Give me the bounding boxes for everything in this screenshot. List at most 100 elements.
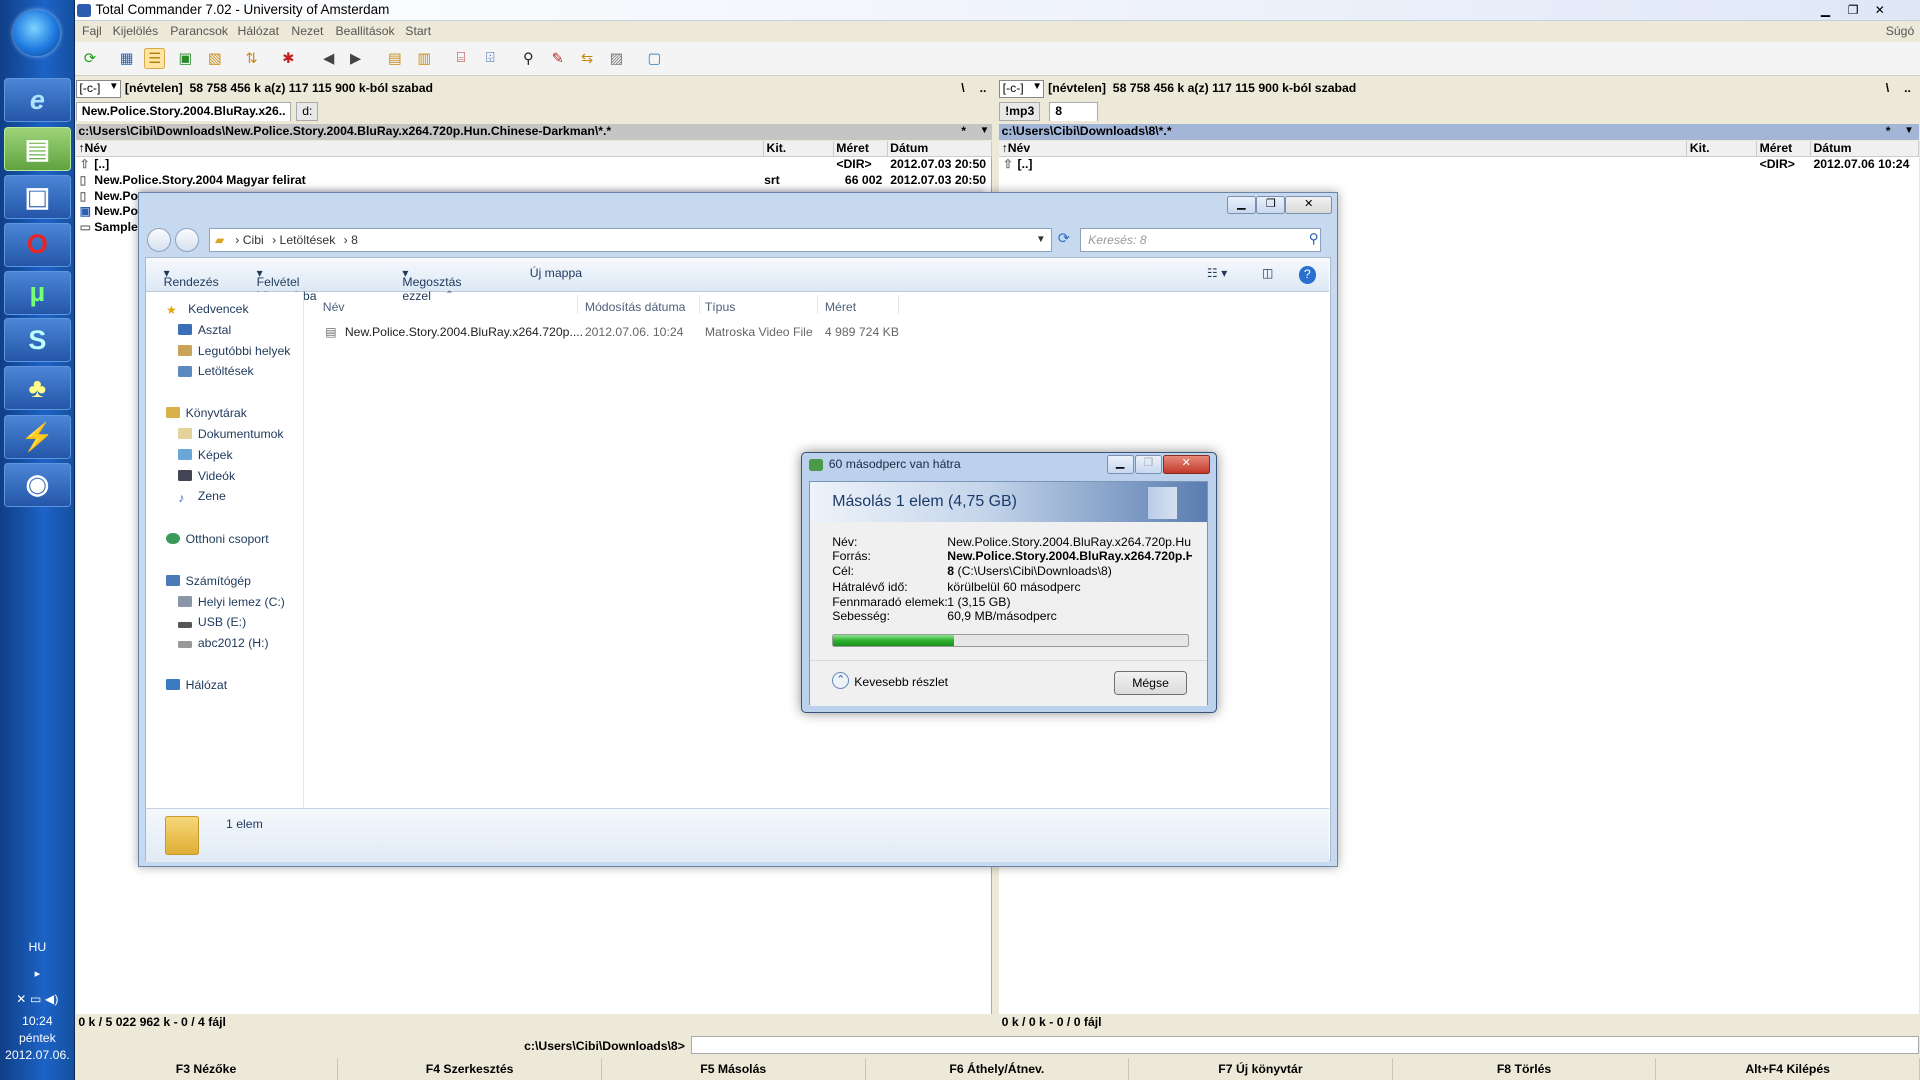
right-drive-chevron-down-icon[interactable]: ▼ [1032,81,1042,92]
breadcrumb-cibi[interactable]: Cibi [243,233,264,247]
table-row[interactable]: ▯ New.Police.Story.2004 Magyar felirat s… [76,173,992,189]
breadcrumb-8[interactable]: 8 [351,233,358,247]
back-button[interactable] [146,227,172,252]
menu-fajl[interactable]: Fajl [82,21,102,42]
clock-time[interactable]: 10:24 [0,1014,75,1028]
dialog-minimize-button[interactable]: ▁ [1106,455,1134,474]
left-drive-chevron-down-icon[interactable]: ▼ [109,81,119,92]
fewer-details-link[interactable]: Kevesebb részlet [854,675,948,689]
right-col-name[interactable]: ↑Név [999,140,1688,157]
breadcrumb-downloads[interactable]: Letöltések [280,233,336,247]
tree-view-icon[interactable]: ▧ [204,48,225,69]
menu-parancsok[interactable]: Parancsok [170,21,228,42]
nav-usb[interactable]: USB (E:) [178,615,246,629]
url-icon[interactable]: ⌹ [480,48,501,69]
left-tab-2[interactable]: d: [296,101,319,122]
right-tab-1[interactable]: !mp3 [999,101,1041,122]
left-root-button[interactable]: \ [961,81,964,97]
multi-rename-icon[interactable]: ✎ [547,48,568,69]
menu-kijeloles[interactable]: Kijelölés [113,21,159,42]
search-binoculars-icon[interactable]: ⚲ [518,48,539,69]
share-with-button[interactable]: Megosztás ezzel ▾ [402,266,461,303]
back-icon[interactable]: ◀ [318,48,339,69]
right-history-button[interactable]: * [1886,124,1891,138]
forward-icon[interactable]: ▶ [345,48,366,69]
new-folder-button[interactable]: Új mappa [530,266,582,280]
col-size[interactable]: Méret [825,300,856,314]
select-icon[interactable]: ✱ [278,48,299,69]
menu-halozat[interactable]: Hálózat [238,21,279,42]
notepad-icon[interactable]: ▨ [606,48,627,69]
f7-mkdir-button[interactable]: F7 Új könyvtár [1129,1057,1393,1080]
left-history-button[interactable]: * [961,124,966,138]
explorer-maximize-button[interactable]: ❐ [1256,195,1286,215]
address-chevron-down-icon[interactable]: ▼ [1036,229,1046,251]
cancel-button[interactable]: Mégse [1113,670,1188,696]
nav-computer[interactable]: Számítógép [166,574,251,588]
left-col-name[interactable]: ↑Név [76,140,765,157]
total-commander-icon[interactable]: ▤ [3,127,72,172]
table-row[interactable]: ⇧ [..] <DIR> 2012.07.03 20:50 [76,157,992,173]
nav-documents[interactable]: Dokumentumok [178,427,284,441]
nav-downloads[interactable]: Letöltések [178,364,254,378]
full-view-icon[interactable]: ☰ [144,47,166,69]
unpack-icon[interactable]: ▥ [414,48,435,69]
nav-libraries[interactable]: Könyvtárak [166,406,247,420]
help-icon[interactable]: ? [1298,266,1316,284]
right-root-button[interactable]: \ [1886,81,1889,97]
explorer-minimize-button[interactable]: ▁ [1226,195,1257,215]
dialog-close-button[interactable]: ✕ [1163,455,1210,474]
search-icon[interactable]: ⚲ [1309,231,1319,247]
minimize-button[interactable]: ▁ [1821,0,1830,21]
nav-favorites[interactable]: ★ Kedvencek [166,302,249,317]
nav-music[interactable]: ♪ Zene [178,489,225,504]
language-indicator[interactable]: HU [0,940,75,954]
tray-expand-icon[interactable]: ▸ [0,967,75,980]
ftp-icon[interactable]: ⌸ [451,48,472,69]
nav-recent[interactable]: Legutóbbi helyek [178,344,290,358]
value-dest[interactable]: 8 (C:\Users\Cibi\Downloads\8) [947,564,1192,578]
organize-button[interactable]: Rendezés ▾ [164,266,219,289]
maximize-button[interactable]: ❐ [1848,0,1859,21]
f8-delete-button[interactable]: F8 Törlés [1393,1057,1657,1080]
start-button[interactable] [13,9,60,57]
messenger-icon[interactable]: ♣ [3,366,72,411]
menu-start[interactable]: Start [405,21,431,42]
left-up-button[interactable]: .. [980,81,987,97]
view-options-icon[interactable]: ☷ ▾ [1207,266,1228,280]
forward-button[interactable] [174,227,200,252]
explorer-close-button[interactable]: ✕ [1285,195,1332,215]
menu-sugo[interactable]: Súgó [1886,21,1915,42]
nav-homegroup[interactable]: Otthoni csoport [166,532,269,546]
f3-view-button[interactable]: F3 Nézőke [75,1057,339,1080]
refresh-icon[interactable]: ⟳ [1058,230,1070,247]
close-button[interactable]: ✕ [1875,0,1885,21]
refresh-icon[interactable]: ⟳ [80,48,101,69]
address-bar[interactable]: ▰ › Cibi › Letöltések › 8 ▼ [209,227,1052,252]
menu-nezet[interactable]: Nezet [291,21,323,42]
left-hotlist-chevron-down-icon[interactable]: ▼ [980,125,990,136]
nav-desktop[interactable]: Asztal [178,323,231,337]
f6-move-button[interactable]: F6 Áthely/Átnev. [866,1057,1130,1080]
menu-beallitasok[interactable]: Beallitások [336,21,395,42]
col-name[interactable]: Név [323,300,345,314]
table-row[interactable]: ⇧ [..] <DIR> 2012.07.06 10:24 [999,157,1919,173]
nav-abc2012[interactable]: abc2012 (H:) [178,636,269,650]
right-col-date[interactable]: Dátum [1811,140,1919,157]
winamp-icon[interactable]: ⚡ [3,415,72,460]
brief-view-icon[interactable]: ▦ [116,48,137,69]
include-in-library-button[interactable]: Felvétel könyvtárba ▾ [257,266,317,303]
right-hotlist-chevron-down-icon[interactable]: ▼ [1904,125,1914,136]
search-input[interactable]: Keresés: 8 [1079,227,1321,252]
left-tab-1[interactable]: New.Police.Story.2004.BluRay.x26.. [75,101,292,122]
nav-network[interactable]: Hálózat [166,678,227,692]
compare-icon[interactable]: ⇅ [241,48,262,69]
nav-local-disk[interactable]: Helyi lemez (C:) [178,595,285,609]
floppy-icon[interactable]: ▣ [3,175,72,220]
f4-edit-button[interactable]: F4 Szerkesztés [338,1057,602,1080]
thumbnail-view-icon[interactable]: ▣ [175,48,196,69]
left-path-bar[interactable]: c:\Users\Cibi\Downloads\New.Police.Story… [75,123,992,140]
col-type[interactable]: Típus [705,300,736,314]
col-modified[interactable]: Módosítás dátuma [585,300,686,314]
opera-icon[interactable]: O [3,222,72,267]
